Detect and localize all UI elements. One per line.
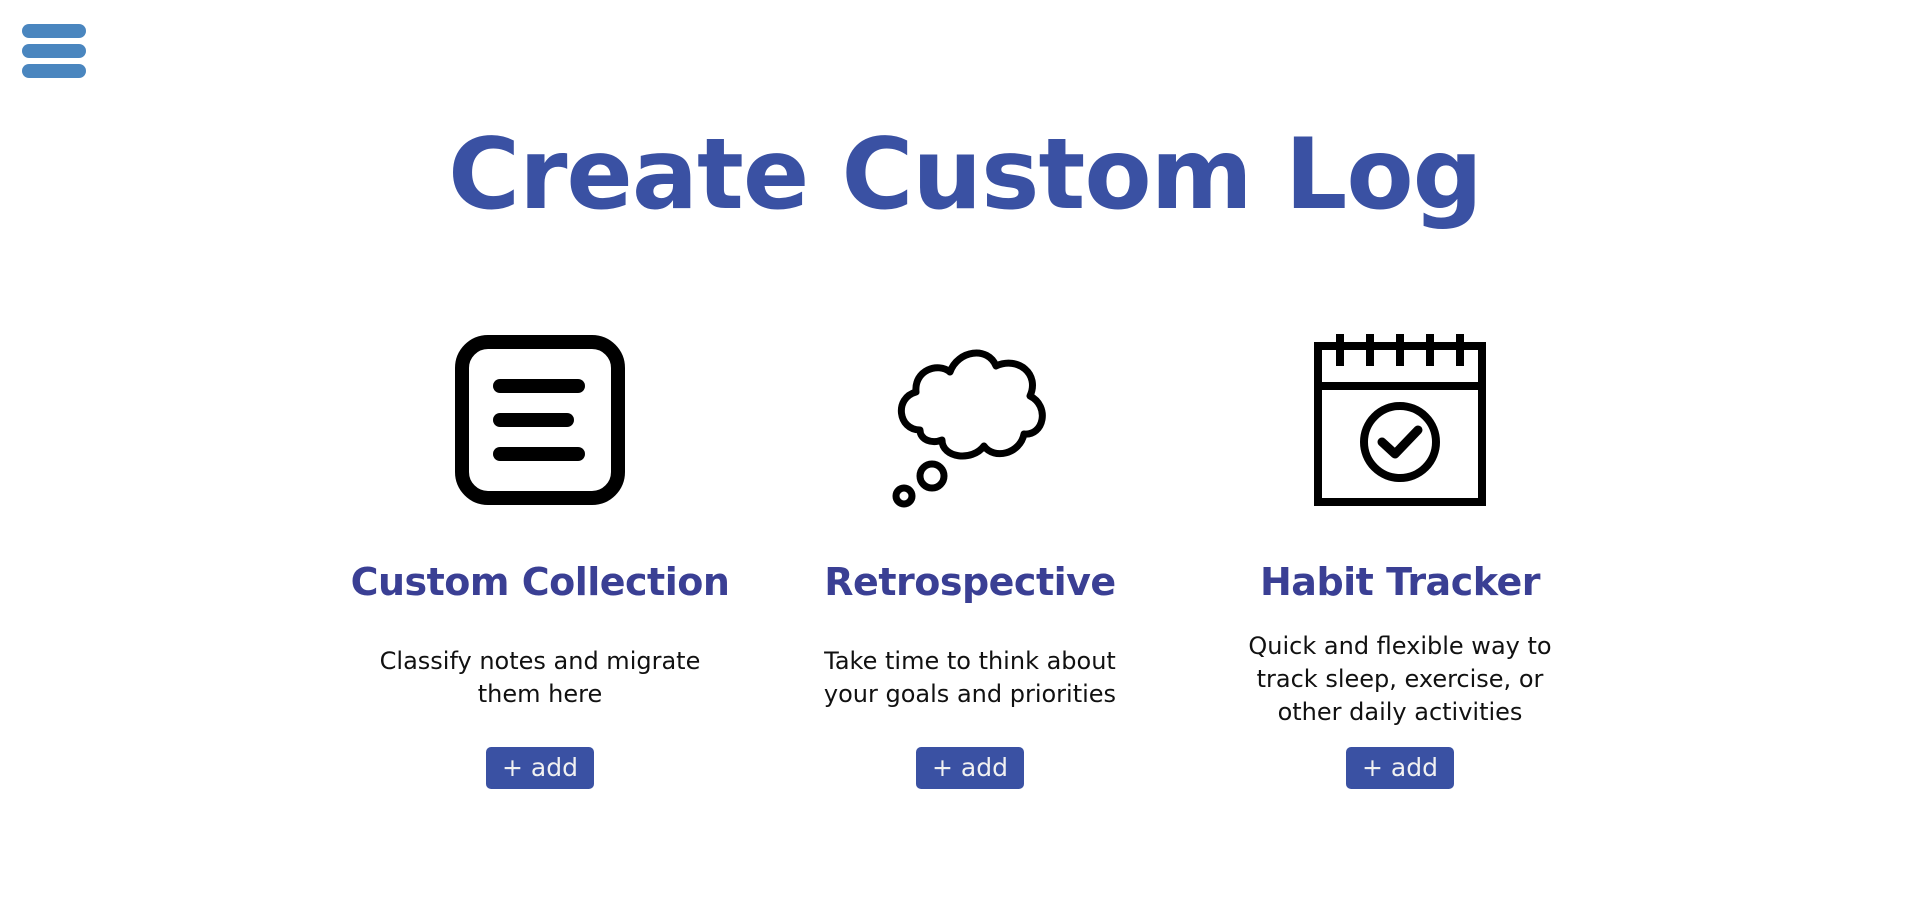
card-title: Custom Collection xyxy=(350,560,730,604)
card-description: Classify notes and migrate them here xyxy=(379,647,701,708)
card-retrospective: Retrospective Take time to think about y… xyxy=(780,330,1160,800)
card-title: Habit Tracker xyxy=(1260,560,1540,604)
card-title: Retrospective xyxy=(824,560,1116,604)
card-habit-tracker: Habit Tracker Quick and flexible way to … xyxy=(1210,330,1590,800)
calendar-check-icon xyxy=(1314,334,1486,506)
card-custom-collection: Custom Collection Classify notes and mig… xyxy=(350,330,730,800)
add-retrospective-button[interactable]: + add xyxy=(916,747,1024,789)
card-description: Take time to think about your goals and … xyxy=(823,647,1117,708)
add-custom-collection-button[interactable]: + add xyxy=(486,747,594,789)
menu-bar xyxy=(22,24,86,38)
menu-bar xyxy=(22,44,86,58)
hamburger-menu-button[interactable] xyxy=(22,24,86,82)
thought-cloud-icon xyxy=(892,349,1046,508)
menu-bar xyxy=(22,64,86,78)
card-description: Quick and flexible way to track sleep, e… xyxy=(1248,632,1552,726)
page-title: Create Custom Log xyxy=(448,118,1483,232)
add-habit-tracker-button[interactable]: + add xyxy=(1346,747,1454,789)
notes-list-icon xyxy=(455,335,625,505)
